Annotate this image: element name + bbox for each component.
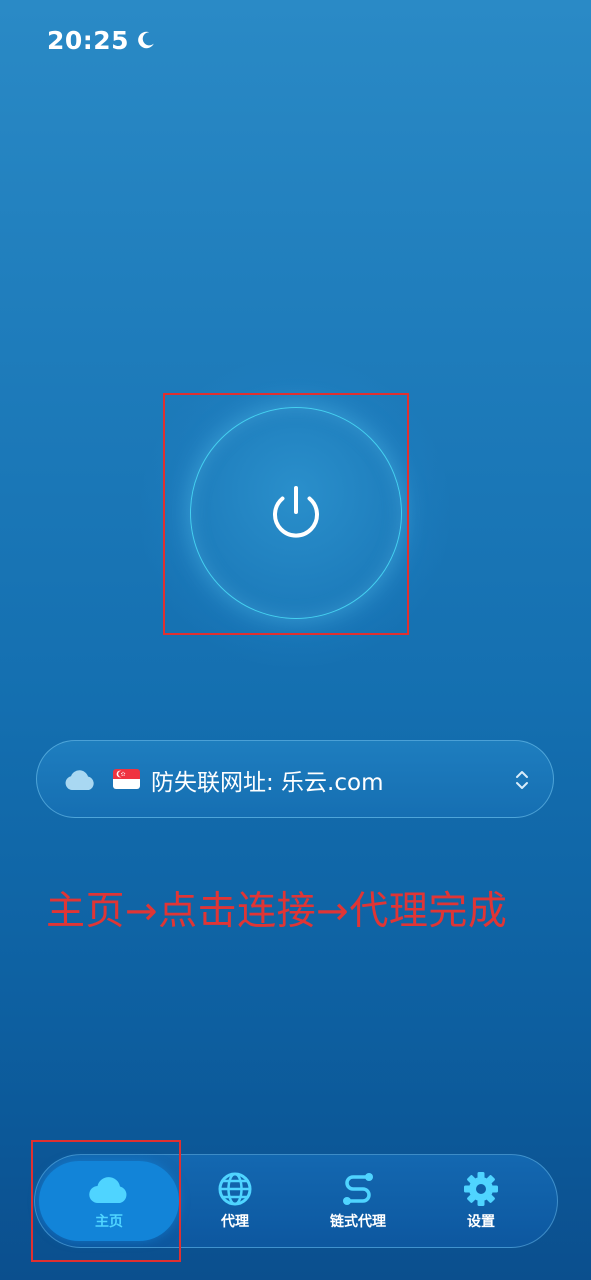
nav-item-proxy[interactable]: 代理 — [179, 1161, 291, 1241]
gear-icon — [464, 1172, 498, 1206]
status-time: 20:25 — [47, 25, 130, 55]
annotation-highlight-home-tab — [31, 1140, 181, 1262]
annotation-highlight-power — [163, 393, 409, 635]
nav-label-chain-proxy: 链式代理 — [330, 1214, 386, 1230]
nav-item-chain-proxy[interactable]: 链式代理 — [297, 1161, 419, 1241]
moon-icon — [138, 31, 154, 49]
server-label: 防失联网址: 乐云.com — [151, 770, 384, 796]
instruction-annotation: 主页→点击连接→代理完成 — [46, 889, 508, 934]
singapore-flag-icon — [113, 769, 140, 789]
server-selector[interactable]: 防失联网址: 乐云.com — [36, 740, 554, 818]
nav-label-proxy: 代理 — [221, 1214, 249, 1230]
globe-icon — [218, 1172, 252, 1206]
status-bar: 20:25 — [47, 24, 157, 56]
nav-item-settings[interactable]: 设置 — [425, 1161, 537, 1241]
chevron-up-down-icon — [516, 771, 528, 789]
cloud-icon — [65, 770, 94, 790]
route-icon — [343, 1173, 373, 1205]
nav-label-settings: 设置 — [467, 1214, 495, 1230]
